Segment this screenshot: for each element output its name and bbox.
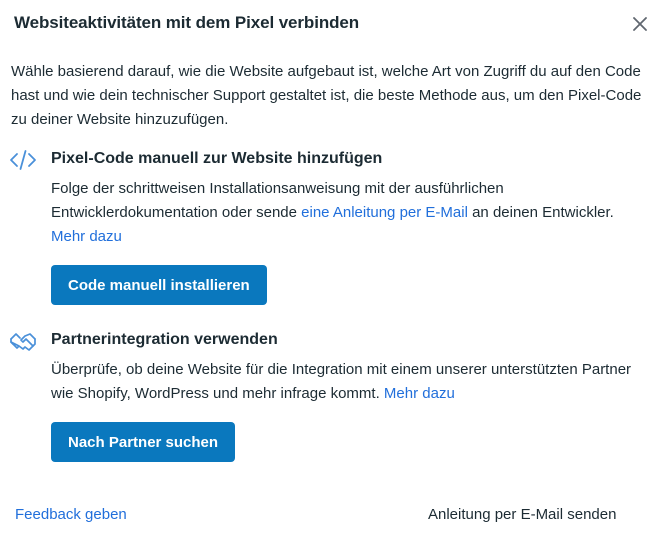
code-icon (10, 150, 36, 170)
manual-section-description: Folge der schrittweisen Installationsanw… (51, 177, 641, 249)
partner-learn-more-link[interactable]: Mehr dazu (384, 385, 455, 402)
feedback-link[interactable]: Feedback geben (15, 506, 127, 523)
install-code-manually-button[interactable]: Code manuell installieren (51, 265, 267, 305)
search-partner-button[interactable]: Nach Partner suchen (51, 422, 236, 462)
partner-desc-text: Überprüfe, ob deine Website für die Inte… (51, 361, 632, 402)
send-email-instructions-button[interactable]: Anleitung per E-Mail senden (428, 506, 616, 523)
dialog-title: Websiteaktivitäten mit dem Pixel verbind… (14, 13, 360, 32)
pixel-connect-dialog: Websiteaktivitäten mit dem Pixel verbind… (0, 0, 665, 537)
intro-text: Wähle basierend darauf, wie die Website … (11, 63, 642, 128)
email-instructions-link[interactable]: eine Anleitung per E-Mail (301, 204, 468, 221)
manual-section-title: Pixel-Code manuell zur Website hinzufüge… (51, 150, 383, 167)
close-icon[interactable] (631, 15, 649, 33)
handshake-icon (10, 333, 36, 351)
manual-learn-more-link[interactable]: Mehr dazu (51, 228, 122, 245)
partner-section-description: Überprüfe, ob deine Website für die Inte… (51, 358, 641, 406)
manual-desc-text-2: an deinen Entwickler. (467, 204, 614, 221)
partner-section-title: Partnerintegration verwenden (51, 331, 278, 348)
